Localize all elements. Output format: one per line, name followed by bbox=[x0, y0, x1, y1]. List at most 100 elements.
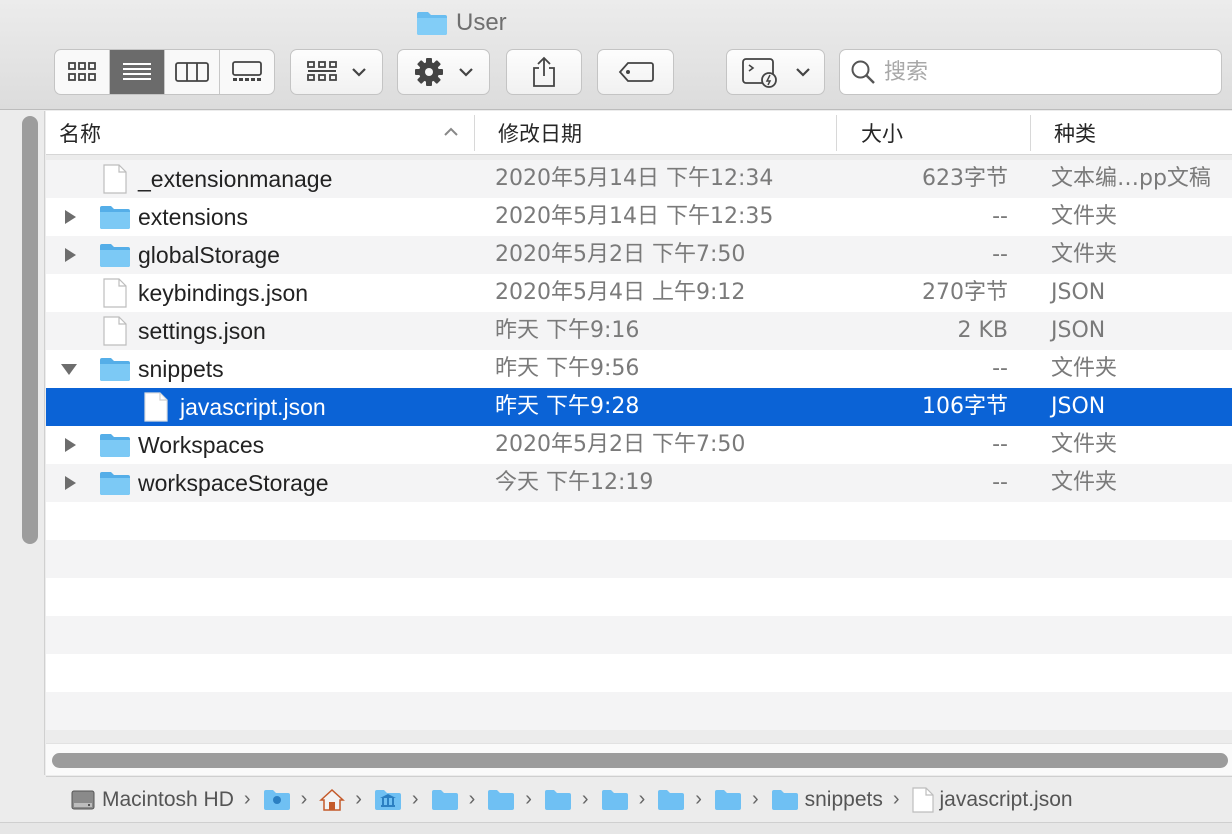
window-bottom-edge bbox=[0, 822, 1232, 834]
column-header-size-label: 大小 bbox=[861, 122, 903, 146]
icon-view-button[interactable] bbox=[55, 50, 110, 94]
column-divider[interactable] bbox=[836, 115, 837, 151]
column-divider[interactable] bbox=[474, 115, 475, 151]
file-row-selected[interactable]: javascript.json 昨天 下午9:28 106字节 JSON bbox=[46, 388, 1232, 426]
folder-icon[interactable] bbox=[771, 789, 799, 811]
file-row[interactable]: keybindings.json 2020年5月4日 上午9:12 270字节 … bbox=[46, 274, 1232, 312]
quick-actions-icon bbox=[741, 58, 777, 88]
file-row[interactable]: settings.json 昨天 下午9:16 2 KB JSON bbox=[46, 312, 1232, 350]
path-bar: Macintosh HD › › › › › › › › › › snippet… bbox=[46, 776, 1232, 822]
file-kind: JSON bbox=[1051, 394, 1106, 419]
folder-icon bbox=[100, 472, 130, 495]
disclosure-collapsed-icon[interactable] bbox=[62, 475, 78, 491]
empty-row bbox=[46, 540, 1232, 578]
search-input[interactable] bbox=[884, 59, 1204, 85]
share-button[interactable] bbox=[506, 49, 582, 95]
folder-icon[interactable] bbox=[487, 789, 515, 811]
home-icon[interactable] bbox=[319, 788, 346, 812]
file-size: -- bbox=[992, 204, 1008, 229]
horizontal-scrollbar[interactable] bbox=[52, 753, 1228, 768]
document-icon bbox=[103, 164, 127, 194]
file-kind: JSON bbox=[1051, 318, 1106, 343]
file-name: globalStorage bbox=[138, 242, 280, 268]
folder-icon[interactable] bbox=[431, 789, 459, 811]
column-header-name-label: 名称 bbox=[59, 122, 101, 146]
file-date: 昨天 下午9:28 bbox=[495, 394, 640, 419]
file-name: settings.json bbox=[138, 318, 266, 344]
file-date: 2020年5月14日 下午12:34 bbox=[495, 166, 774, 191]
file-name: snippets bbox=[138, 356, 224, 382]
file-kind: 文件夹 bbox=[1051, 470, 1118, 495]
file-size: -- bbox=[992, 432, 1008, 457]
file-date: 昨天 下午9:56 bbox=[495, 356, 640, 381]
group-by-icon bbox=[306, 61, 337, 81]
action-button[interactable] bbox=[397, 49, 490, 95]
vertical-scrollbar[interactable] bbox=[22, 116, 38, 544]
disclosure-collapsed-icon[interactable] bbox=[62, 247, 78, 263]
empty-row bbox=[46, 616, 1232, 654]
folder-icon[interactable] bbox=[544, 789, 572, 811]
chevron-down-icon bbox=[795, 68, 810, 77]
file-row[interactable]: _extensionmanage 2020年5月14日 下午12:34 623字… bbox=[46, 160, 1232, 198]
column-header-kind-label: 种类 bbox=[1054, 122, 1096, 146]
folder-icon[interactable] bbox=[657, 789, 685, 811]
chevron-right-icon: › bbox=[243, 788, 251, 810]
toolbar: User bbox=[0, 0, 1232, 110]
disclosure-collapsed-icon[interactable] bbox=[62, 437, 78, 453]
folder-icon[interactable] bbox=[601, 789, 629, 811]
file-name: extensions bbox=[138, 204, 248, 230]
file-size: -- bbox=[992, 356, 1008, 381]
document-icon bbox=[144, 392, 168, 422]
folder-row[interactable]: workspaceStorage 今天 下午12:19 -- 文件夹 bbox=[46, 464, 1232, 502]
column-view-icon bbox=[175, 62, 209, 82]
file-list: _extensionmanage 2020年5月14日 下午12:34 623字… bbox=[46, 160, 1232, 730]
folder-row[interactable]: extensions 2020年5月14日 下午12:35 -- 文件夹 bbox=[46, 198, 1232, 236]
column-divider[interactable] bbox=[1030, 115, 1031, 151]
column-header-date-label: 修改日期 bbox=[498, 122, 582, 146]
document-icon[interactable] bbox=[911, 786, 934, 813]
gallery-view-button[interactable] bbox=[220, 50, 274, 94]
path-disk-label[interactable]: Macintosh HD bbox=[102, 788, 234, 812]
share-icon bbox=[533, 56, 555, 87]
file-name: javascript.json bbox=[180, 394, 326, 420]
file-date: 2020年5月4日 上午9:12 bbox=[495, 280, 746, 305]
file-kind: 文本编…pp文稿 bbox=[1051, 166, 1211, 191]
hard-disk-icon[interactable] bbox=[70, 787, 96, 813]
sort-ascending-icon[interactable] bbox=[443, 127, 459, 137]
empty-row bbox=[46, 502, 1232, 540]
path-file-label[interactable]: javascript.json bbox=[940, 788, 1073, 812]
column-header-date[interactable]: 修改日期 bbox=[498, 111, 582, 155]
window-title: User bbox=[416, 8, 507, 38]
library-folder-icon[interactable] bbox=[374, 789, 402, 811]
column-header-name[interactable]: 名称 bbox=[59, 111, 101, 155]
file-date: 今天 下午12:19 bbox=[495, 470, 654, 495]
path-folder-label[interactable]: snippets bbox=[805, 788, 883, 812]
disclosure-collapsed-icon[interactable] bbox=[62, 209, 78, 225]
folder-row[interactable]: snippets 昨天 下午9:56 -- 文件夹 bbox=[46, 350, 1232, 388]
quick-actions-button[interactable] bbox=[726, 49, 825, 95]
empty-row bbox=[46, 654, 1232, 692]
file-kind: 文件夹 bbox=[1051, 242, 1118, 267]
disclosure-expanded-icon[interactable] bbox=[60, 362, 78, 376]
group-by-button[interactable] bbox=[290, 49, 383, 95]
file-name: Workspaces bbox=[138, 432, 265, 458]
gallery-view-icon bbox=[232, 61, 262, 81]
chevron-right-icon: › bbox=[581, 788, 589, 810]
list-view-button[interactable] bbox=[110, 50, 165, 94]
folder-row[interactable]: Workspaces 2020年5月2日 下午7:50 -- 文件夹 bbox=[46, 426, 1232, 464]
file-kind: 文件夹 bbox=[1051, 356, 1118, 381]
users-folder-icon[interactable] bbox=[263, 789, 291, 811]
column-header-size[interactable]: 大小 bbox=[861, 111, 903, 155]
search-field[interactable] bbox=[839, 49, 1222, 95]
gear-icon bbox=[414, 58, 443, 86]
chevron-down-icon bbox=[351, 68, 366, 77]
view-mode-control bbox=[54, 49, 275, 95]
column-view-button[interactable] bbox=[165, 50, 220, 94]
column-header-kind[interactable]: 种类 bbox=[1054, 111, 1096, 155]
tag-button[interactable] bbox=[597, 49, 674, 95]
chevron-right-icon: › bbox=[892, 788, 900, 810]
folder-row[interactable]: globalStorage 2020年5月2日 下午7:50 -- 文件夹 bbox=[46, 236, 1232, 274]
folder-icon bbox=[100, 358, 130, 381]
folder-icon[interactable] bbox=[714, 789, 742, 811]
file-size: 2 KB bbox=[957, 318, 1008, 343]
